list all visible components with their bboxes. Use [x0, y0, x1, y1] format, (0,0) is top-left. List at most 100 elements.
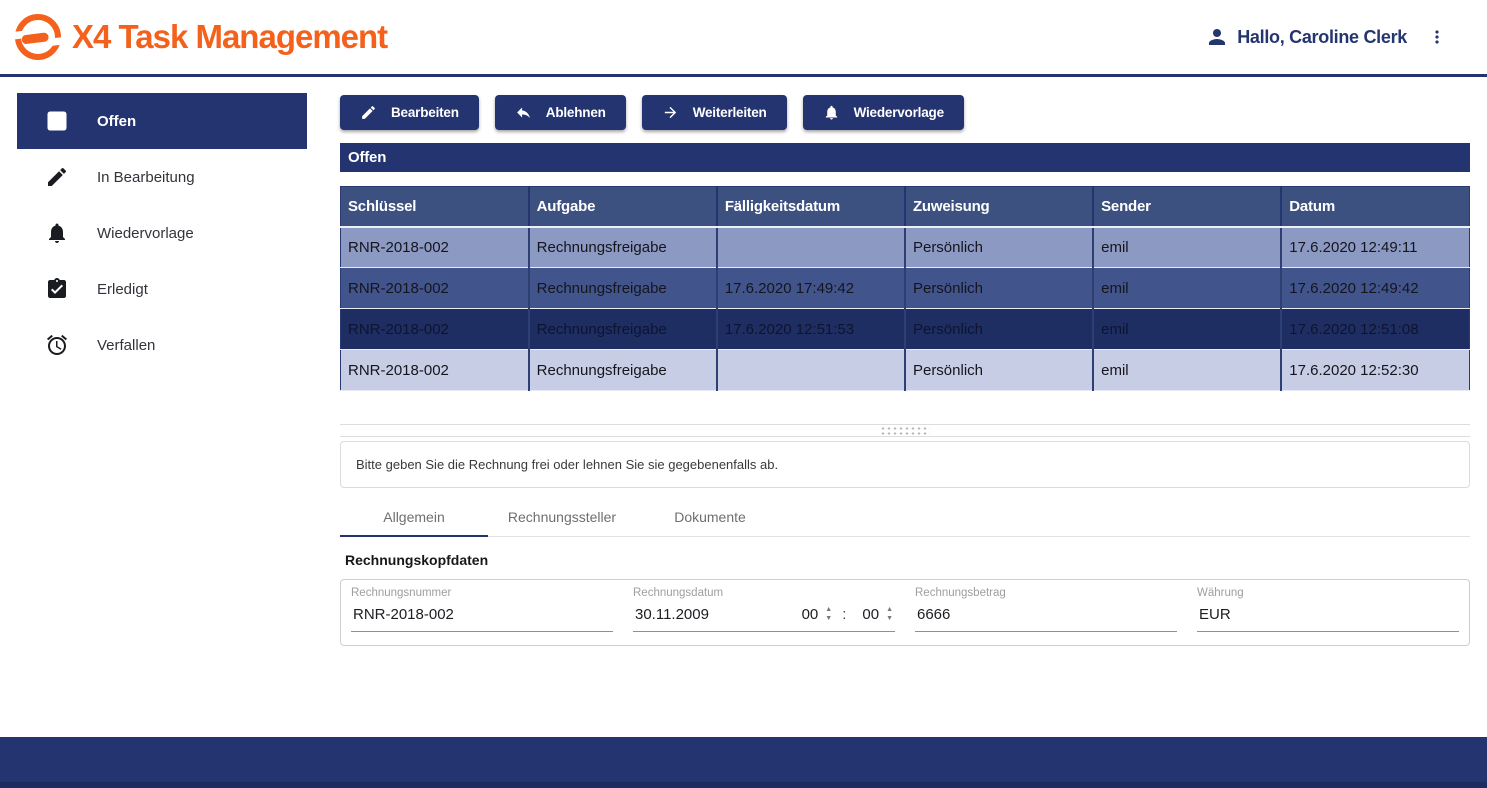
- step-up-icon[interactable]: ▲: [886, 607, 893, 613]
- tab-label: Allgemein: [383, 509, 444, 525]
- user-greeting: Hallo, Caroline Clerk: [1237, 27, 1407, 48]
- hours-input[interactable]: 00: [802, 606, 819, 623]
- sidebar-item-in-bearbeitung[interactable]: In Bearbeitung: [17, 149, 307, 205]
- tab-label: Dokumente: [674, 509, 746, 525]
- cell-schluessel: RNR-2018-002: [341, 268, 529, 309]
- column-header: Zuweisung: [905, 187, 1093, 227]
- section-title: Rechnungskopfdaten: [345, 552, 1470, 568]
- sidebar-item-label: Verfallen: [97, 337, 155, 354]
- split-pane-divider[interactable]: [340, 424, 1470, 437]
- clipboard-check-icon: [45, 277, 69, 301]
- rechnungsbetrag-input[interactable]: 6666: [915, 604, 1177, 632]
- time-separator: :: [842, 606, 846, 623]
- tab-dokumente[interactable]: Dokumente: [636, 497, 784, 536]
- user-icon: [1205, 25, 1229, 49]
- tab-allgemein[interactable]: Allgemein: [340, 497, 488, 536]
- cell-sender: emil: [1093, 309, 1281, 350]
- step-down-icon[interactable]: ▼: [825, 616, 832, 622]
- instruction-message-box: Bitte geben Sie die Rechnung frei oder l…: [340, 441, 1470, 488]
- cell-schluessel: RNR-2018-002: [341, 309, 529, 350]
- cell-sender: emil: [1093, 350, 1281, 391]
- cell-aufgabe: Rechnungsfreigabe: [529, 268, 717, 309]
- inbox-icon: [45, 109, 69, 133]
- sidebar-item-label: Wiedervorlage: [97, 225, 194, 242]
- minutes-input[interactable]: 00: [862, 606, 879, 623]
- bell-icon: [823, 104, 840, 121]
- sidebar-item-label: Erledigt: [97, 281, 148, 298]
- sidebar-item-label: In Bearbeitung: [97, 169, 195, 186]
- table-row-selected[interactable]: RNR-2018-002 Rechnungsfreigabe 17.6.2020…: [341, 309, 1470, 350]
- sidebar-item-erledigt[interactable]: Erledigt: [17, 261, 307, 317]
- more-menu-icon[interactable]: [1427, 27, 1447, 47]
- table-header-row: Schlüssel Aufgabe Fälligkeitsdatum Zuwei…: [341, 187, 1470, 227]
- cell-datum: 17.6.2020 12:49:11: [1281, 227, 1469, 268]
- tab-rechnungssteller[interactable]: Rechnungssteller: [488, 497, 636, 536]
- field-label: Währung: [1197, 587, 1459, 599]
- column-header: Schlüssel: [341, 187, 529, 227]
- cell-faelligkeitsdatum: [717, 227, 905, 268]
- cell-faelligkeitsdatum: [717, 350, 905, 391]
- rechnungsdatum-field: Rechnungsdatum 30.11.2009 00 ▲ ▼ : 00 ▲ …: [633, 587, 895, 645]
- softproject-logo-icon: [14, 13, 62, 61]
- cell-faelligkeitsdatum: 17.6.2020 17:49:42: [717, 268, 905, 309]
- field-label: Rechnungsnummer: [351, 587, 613, 599]
- minutes-stepper[interactable]: ▲ ▼: [886, 607, 893, 622]
- cell-aufgabe: Rechnungsfreigabe: [529, 309, 717, 350]
- cell-zuweisung: Persönlich: [905, 268, 1093, 309]
- cell-zuweisung: Persönlich: [905, 350, 1093, 391]
- alarm-clock-icon: [45, 333, 69, 357]
- sidebar: Offen In Bearbeitung Wiedervorlage Erled…: [0, 77, 307, 737]
- cell-aufgabe: Rechnungsfreigabe: [529, 227, 717, 268]
- cell-sender: emil: [1093, 227, 1281, 268]
- cell-datum: 17.6.2020 12:49:42: [1281, 268, 1469, 309]
- hours-stepper[interactable]: ▲ ▼: [825, 607, 832, 622]
- weiterleiten-button[interactable]: Weiterleiten: [642, 95, 787, 130]
- cell-zuweisung: Persönlich: [905, 309, 1093, 350]
- pencil-icon: [45, 165, 69, 189]
- panel-title: Offen: [340, 143, 1470, 172]
- bell-icon: [45, 221, 69, 245]
- field-label: Rechnungsbetrag: [915, 587, 1177, 599]
- rechnungsbetrag-field: Rechnungsbetrag 6666: [915, 587, 1177, 645]
- sidebar-item-offen[interactable]: Offen: [17, 93, 307, 149]
- step-up-icon[interactable]: ▲: [825, 607, 832, 613]
- step-down-icon[interactable]: ▼: [886, 616, 893, 622]
- sidebar-item-verfallen[interactable]: Verfallen: [17, 317, 307, 373]
- column-header: Aufgabe: [529, 187, 717, 227]
- footer-bar: [0, 737, 1487, 788]
- wiedervorlage-button[interactable]: Wiedervorlage: [803, 95, 964, 130]
- rechnungsnummer-input[interactable]: RNR-2018-002: [351, 604, 613, 632]
- cell-schluessel: RNR-2018-002: [341, 350, 529, 391]
- ablehnen-button[interactable]: Ablehnen: [495, 95, 626, 130]
- field-label: Rechnungsdatum: [633, 587, 895, 599]
- rechnungsdatum-input[interactable]: 30.11.2009: [635, 606, 796, 623]
- page-title: X4 Task Management: [72, 18, 387, 56]
- pencil-icon: [360, 104, 377, 121]
- reply-icon: [515, 104, 532, 121]
- rechnungsnummer-field: Rechnungsnummer RNR-2018-002: [351, 587, 613, 645]
- detail-tabs: Allgemein Rechnungssteller Dokumente: [340, 497, 1470, 537]
- bearbeiten-button[interactable]: Bearbeiten: [340, 95, 479, 130]
- column-header: Datum: [1281, 187, 1469, 227]
- tab-label: Rechnungssteller: [508, 509, 616, 525]
- footer-edge: [0, 782, 1487, 788]
- waehrung-field: Währung EUR: [1197, 587, 1459, 645]
- cell-zuweisung: Persönlich: [905, 227, 1093, 268]
- button-label: Weiterleiten: [693, 105, 767, 120]
- sidebar-item-wiedervorlage[interactable]: Wiedervorlage: [17, 205, 307, 261]
- task-toolbar: Bearbeiten Ablehnen Weiterleiten Wiederv…: [340, 95, 1470, 130]
- table-row[interactable]: RNR-2018-002 Rechnungsfreigabe 17.6.2020…: [341, 268, 1470, 309]
- arrow-right-icon: [662, 104, 679, 121]
- button-label: Ablehnen: [546, 105, 606, 120]
- tasks-table: Schlüssel Aufgabe Fälligkeitsdatum Zuwei…: [340, 186, 1470, 391]
- cell-datum: 17.6.2020 12:52:30: [1281, 350, 1469, 391]
- cell-datum: 17.6.2020 12:51:08: [1281, 309, 1469, 350]
- waehrung-input[interactable]: EUR: [1197, 604, 1459, 632]
- table-row[interactable]: RNR-2018-002 Rechnungsfreigabe Persönlic…: [341, 227, 1470, 268]
- column-header: Fälligkeitsdatum: [717, 187, 905, 227]
- table-row[interactable]: RNR-2018-002 Rechnungsfreigabe Persönlic…: [341, 350, 1470, 391]
- button-label: Wiedervorlage: [854, 105, 944, 120]
- main-content: Bearbeiten Ablehnen Weiterleiten Wiederv…: [340, 77, 1470, 737]
- drag-grip-icon: [880, 426, 930, 435]
- instruction-message: Bitte geben Sie die Rechnung frei oder l…: [356, 457, 778, 472]
